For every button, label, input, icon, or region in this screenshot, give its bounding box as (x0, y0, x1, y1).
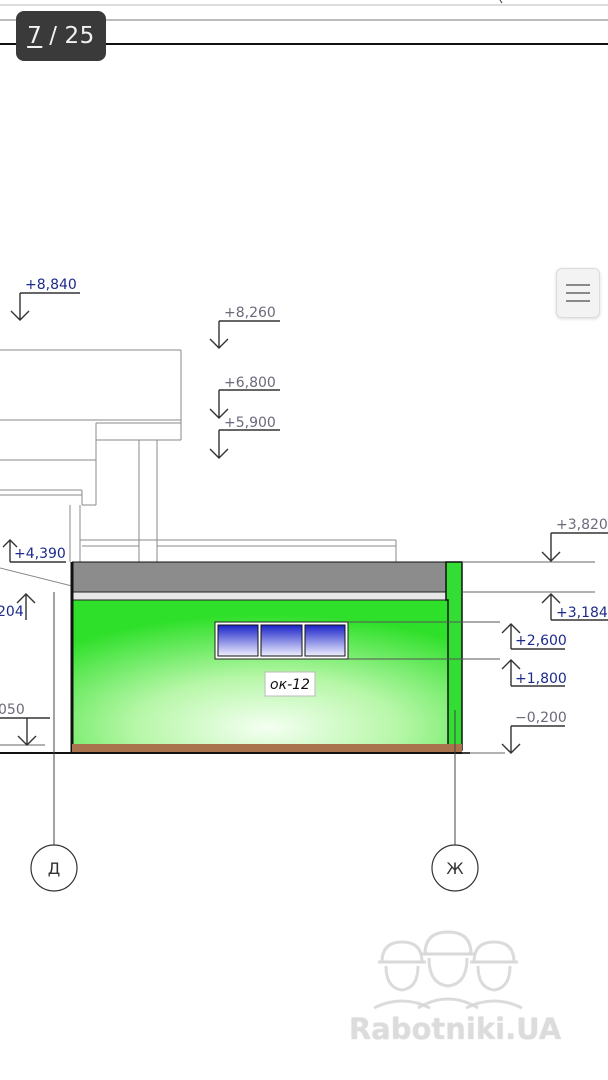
axis-label-zh: Ж (446, 859, 463, 878)
ceiling-strip (71, 591, 449, 601)
page-current: 7 (27, 23, 43, 49)
level-label-204: 204 (0, 604, 24, 620)
page-counter[interactable]: 7 / 25 (16, 11, 106, 61)
axis-bubble-zh: Ж (431, 844, 479, 892)
roof-slab (72, 562, 448, 592)
watermark: Rabotniki.UA (330, 928, 580, 1058)
page-separator: / (49, 23, 58, 49)
axis-bubble-d: Д (30, 844, 78, 892)
level-label-8840: +8,840 (25, 277, 77, 293)
level-label-4390: +4,390 (14, 546, 66, 562)
level-label-050: 050 (0, 702, 25, 718)
floor-layer (72, 744, 462, 752)
level-label-6800: +6,800 (224, 375, 276, 391)
watermark-text: Rabotniki.UA (348, 1012, 562, 1046)
level-label-1800: +1,800 (515, 671, 567, 687)
parapet (445, 561, 463, 751)
menu-button[interactable] (556, 268, 600, 318)
level-label-3184: +3,184 (556, 605, 608, 621)
workers-logo-icon (373, 930, 523, 1010)
hamburger-icon (566, 284, 590, 302)
level-label-5900: +5,900 (224, 415, 276, 431)
page-total: 25 (64, 23, 95, 49)
level-label-3820: +3,820 (556, 517, 608, 533)
window-tag: ок-12 (264, 671, 316, 697)
drawing-canvas: ок-12 Д Ж +8,840 +8,260 +6,800 +5,900 +3… (0, 0, 608, 892)
level-label-8260: +8,260 (224, 305, 276, 321)
level-label-m0200: −0,200 (515, 710, 567, 726)
axis-label-d: Д (48, 859, 61, 878)
window-tag-label: ок-12 (270, 677, 310, 693)
level-label-2600: +2,600 (515, 633, 567, 649)
